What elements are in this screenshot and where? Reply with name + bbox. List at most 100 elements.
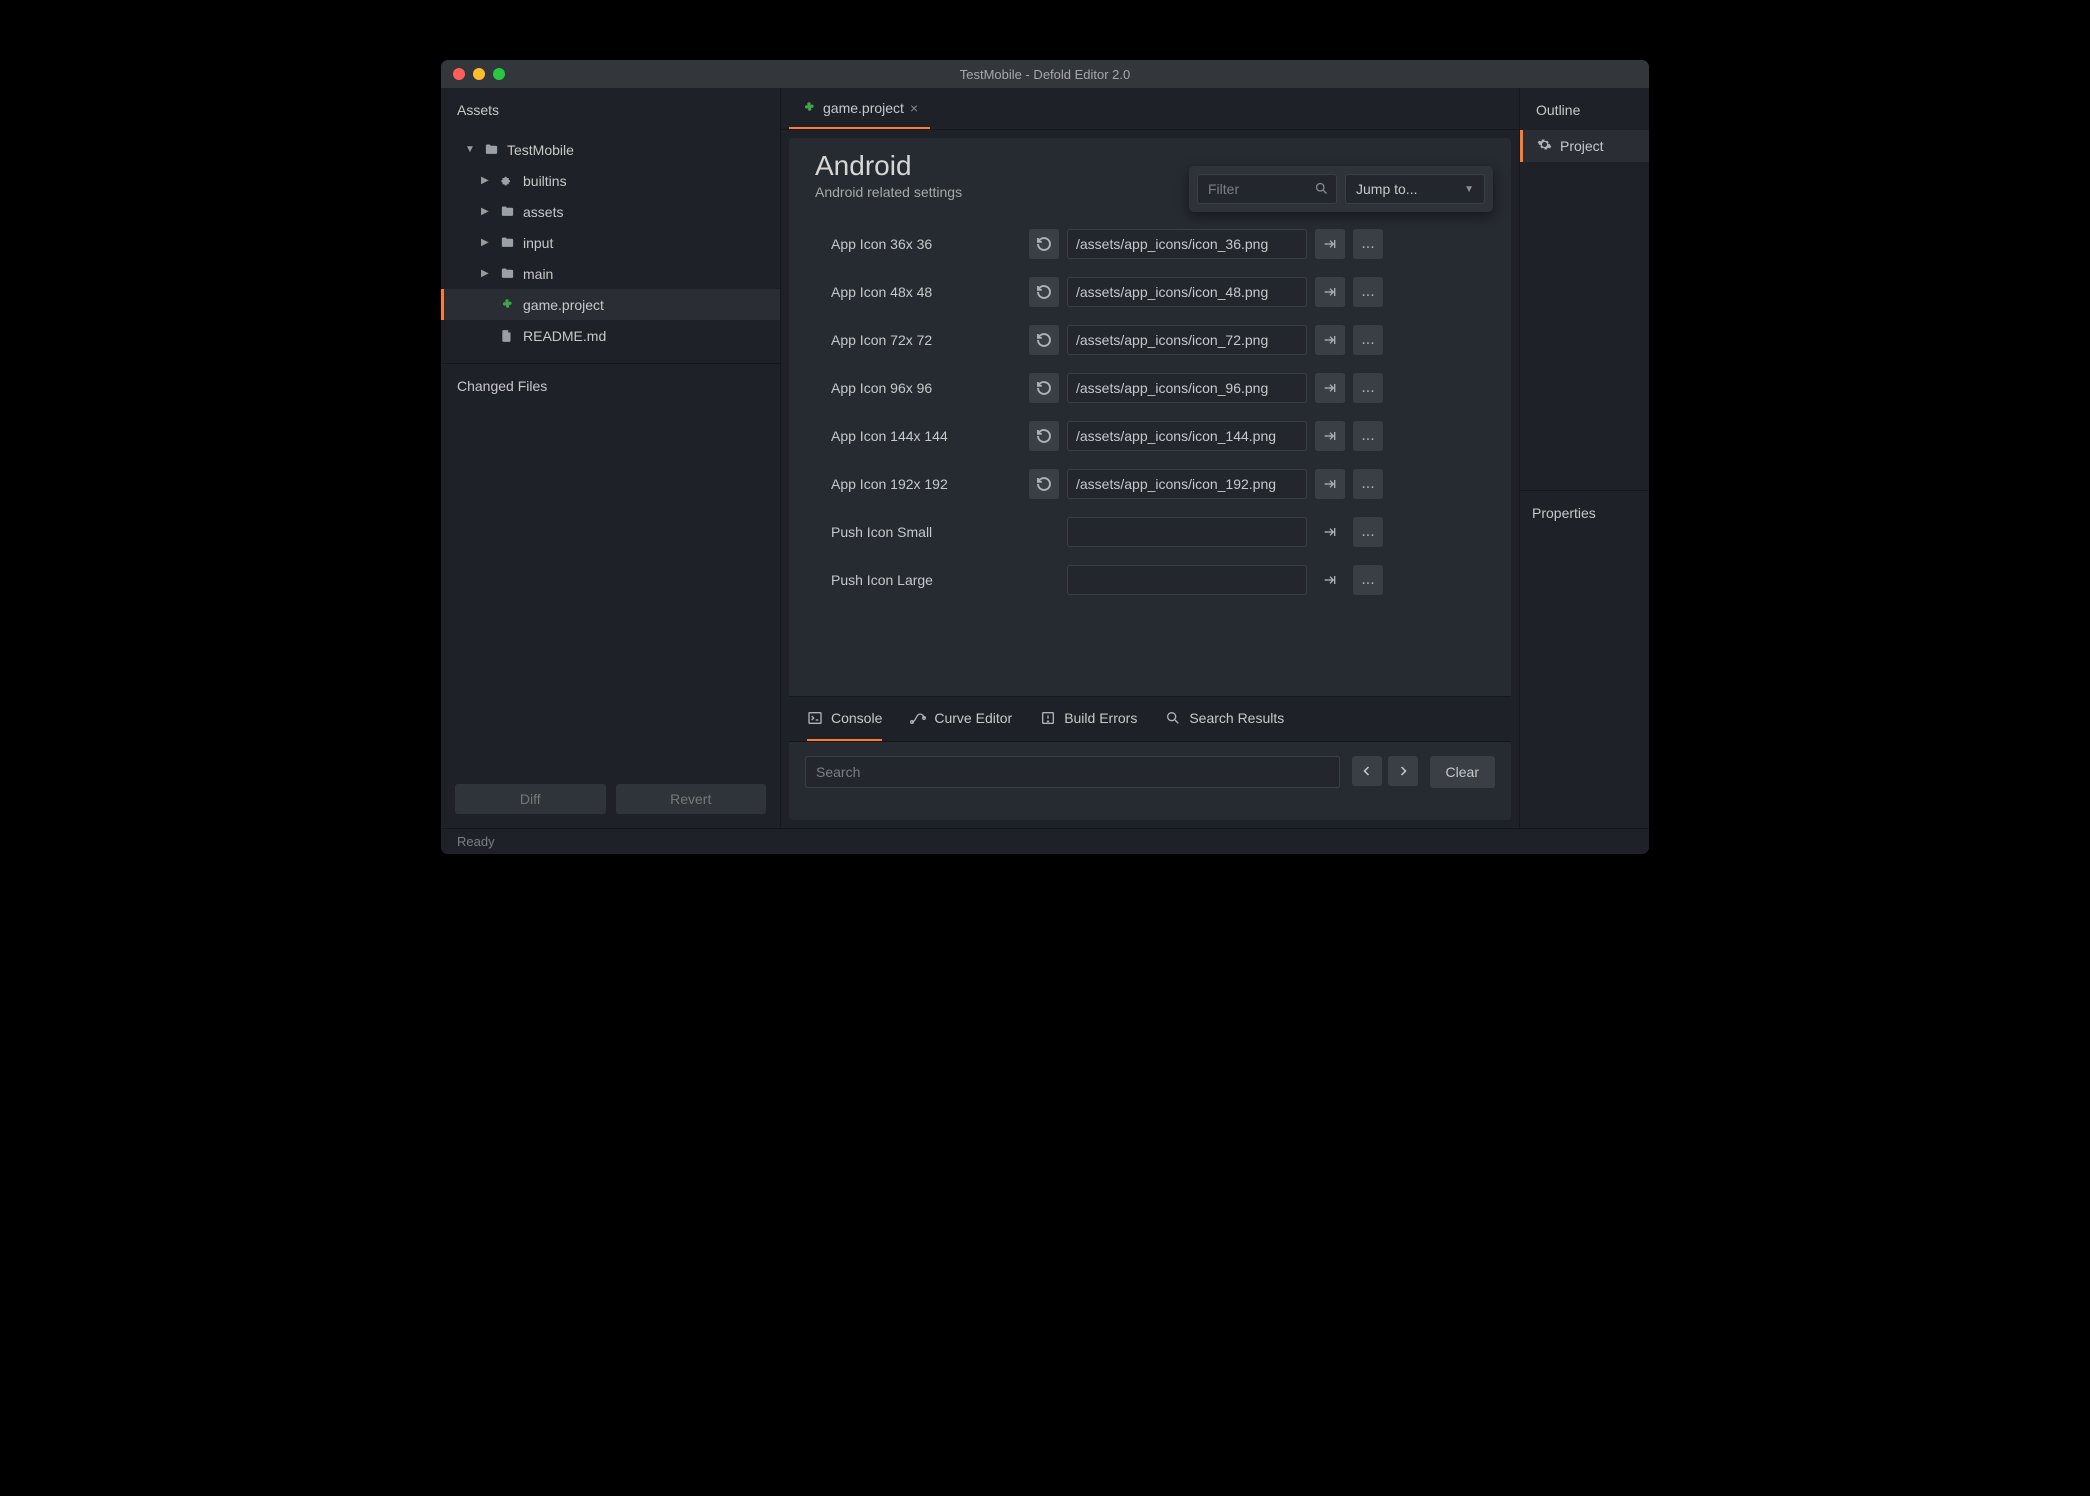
prev-button[interactable] xyxy=(1352,756,1382,786)
browse-button[interactable]: ... xyxy=(1353,277,1383,307)
clear-button[interactable]: Clear xyxy=(1430,756,1495,788)
traffic-lights xyxy=(441,68,505,80)
folder-icon xyxy=(483,142,499,158)
outline-header: Outline xyxy=(1520,88,1649,130)
tree-row-testmobile[interactable]: ▼ TestMobile xyxy=(441,134,780,165)
folder-icon xyxy=(499,235,515,251)
revert-button[interactable]: Revert xyxy=(616,784,767,814)
open-resource-button[interactable] xyxy=(1315,325,1345,355)
tree-label: TestMobile xyxy=(507,142,574,158)
open-resource-button[interactable] xyxy=(1315,229,1345,259)
path-input[interactable] xyxy=(1067,565,1307,595)
outline-item-label: Project xyxy=(1560,138,1604,154)
open-resource-button[interactable] xyxy=(1315,565,1345,595)
reset-button[interactable] xyxy=(1029,373,1059,403)
tree-label: main xyxy=(523,266,553,282)
tree-row-assets[interactable]: ▶assets xyxy=(441,196,780,227)
caret-icon: ▶ xyxy=(481,206,491,217)
puzzle-icon xyxy=(499,173,515,189)
statusbar: Ready xyxy=(441,828,1649,854)
tab-build-errors[interactable]: Build Errors xyxy=(1040,697,1137,741)
open-resource-button[interactable] xyxy=(1315,277,1345,307)
outline-body: Project xyxy=(1520,130,1649,490)
path-input[interactable] xyxy=(1067,229,1307,259)
form-label: Push Icon Small xyxy=(831,524,1021,540)
form-label: App Icon 144x 144 xyxy=(831,428,1021,444)
browse-button[interactable]: ... xyxy=(1353,421,1383,451)
caret-icon: ▼ xyxy=(465,144,475,155)
tree-row-input[interactable]: ▶input xyxy=(441,227,780,258)
form-label: App Icon 48x 48 xyxy=(831,284,1021,300)
browse-button[interactable]: ... xyxy=(1353,325,1383,355)
app-window: TestMobile - Defold Editor 2.0 Assets ▼T… xyxy=(441,60,1649,854)
chevron-down-icon: ▼ xyxy=(1464,184,1474,195)
status-text: Ready xyxy=(457,834,495,849)
open-resource-button[interactable] xyxy=(1315,517,1345,547)
reset-button[interactable] xyxy=(1029,421,1059,451)
jump-to-label: Jump to... xyxy=(1356,181,1417,197)
gear-icon xyxy=(1537,137,1552,155)
browse-button[interactable]: ... xyxy=(1353,373,1383,403)
folder-icon xyxy=(499,204,515,220)
close-icon[interactable]: × xyxy=(910,100,918,116)
jump-to-select[interactable]: Jump to... ▼ xyxy=(1345,174,1485,204)
window-maximize-button[interactable] xyxy=(493,68,505,80)
main-area: Assets ▼TestMobile▶builtins▶assets▶input… xyxy=(441,88,1649,828)
open-resource-button[interactable] xyxy=(1315,421,1345,451)
changed-files-panel: Changed Files xyxy=(441,363,780,774)
tab-build-errors-label: Build Errors xyxy=(1064,710,1137,726)
path-input[interactable] xyxy=(1067,517,1307,547)
tab-search-results[interactable]: Search Results xyxy=(1165,697,1284,741)
open-resource-button[interactable] xyxy=(1315,469,1345,499)
outline-item-project[interactable]: Project xyxy=(1520,130,1649,162)
caret-icon: ▶ xyxy=(481,268,491,279)
editor-tabs: game.project × xyxy=(781,88,1519,130)
reset-button[interactable] xyxy=(1029,325,1059,355)
console-area: Clear xyxy=(789,742,1511,820)
tree-row-main[interactable]: ▶ main xyxy=(441,258,780,289)
reset-button[interactable] xyxy=(1029,229,1059,259)
console-search-input[interactable] xyxy=(805,756,1340,788)
path-input[interactable] xyxy=(1067,277,1307,307)
tab-game-project[interactable]: game.project × xyxy=(789,88,930,129)
window-minimize-button[interactable] xyxy=(473,68,485,80)
filter-input-wrap xyxy=(1197,174,1337,204)
filter-toolbar: Jump to... ▼ xyxy=(1189,166,1493,212)
tab-curve-editor[interactable]: Curve Editor xyxy=(910,697,1012,741)
bottom-tabs: Console Curve Editor Build Errors Search… xyxy=(789,696,1511,742)
properties-header: Properties xyxy=(1520,490,1649,535)
open-resource-button[interactable] xyxy=(1315,373,1345,403)
window-close-button[interactable] xyxy=(453,68,465,80)
browse-button[interactable]: ... xyxy=(1353,469,1383,499)
tree-row-readme-md[interactable]: README.md xyxy=(441,320,780,351)
reset-button[interactable] xyxy=(1029,277,1059,307)
form-row: App Icon 48x 48... xyxy=(831,268,1485,316)
diff-button[interactable]: Diff xyxy=(455,784,606,814)
form-row: App Icon 192x 192... xyxy=(831,460,1485,508)
browse-button[interactable]: ... xyxy=(1353,565,1383,595)
assets-panel: Assets ▼TestMobile▶builtins▶assets▶input… xyxy=(441,88,781,828)
path-input[interactable] xyxy=(1067,469,1307,499)
folder-icon xyxy=(499,266,515,282)
caret-icon: ▶ xyxy=(481,175,491,186)
tree-row-builtins[interactable]: ▶builtins xyxy=(441,165,780,196)
tab-search-results-label: Search Results xyxy=(1189,710,1284,726)
tree-label: README.md xyxy=(523,328,606,344)
form-row: Push Icon Large... xyxy=(831,556,1485,604)
form-row: App Icon 36x 36... xyxy=(831,220,1485,268)
form-row: App Icon 72x 72... xyxy=(831,316,1485,364)
reset-button[interactable] xyxy=(1029,469,1059,499)
browse-button[interactable]: ... xyxy=(1353,517,1383,547)
tab-console[interactable]: Console xyxy=(807,697,882,741)
editor-body: Android Android related settings Jump to… xyxy=(789,138,1511,696)
titlebar: TestMobile - Defold Editor 2.0 xyxy=(441,60,1649,88)
right-panel: Outline Project Properties xyxy=(1519,88,1649,828)
tree-row-game-project[interactable]: game.project xyxy=(441,289,780,320)
path-input[interactable] xyxy=(1067,421,1307,451)
browse-button[interactable]: ... xyxy=(1353,229,1383,259)
path-input[interactable] xyxy=(1067,373,1307,403)
path-input[interactable] xyxy=(1067,325,1307,355)
console-nav-buttons xyxy=(1352,756,1418,786)
next-button[interactable] xyxy=(1388,756,1418,786)
asset-tree: ▼ TestMobile ▶builtins▶assets▶input ▶ main ga… xyxy=(441,130,780,363)
